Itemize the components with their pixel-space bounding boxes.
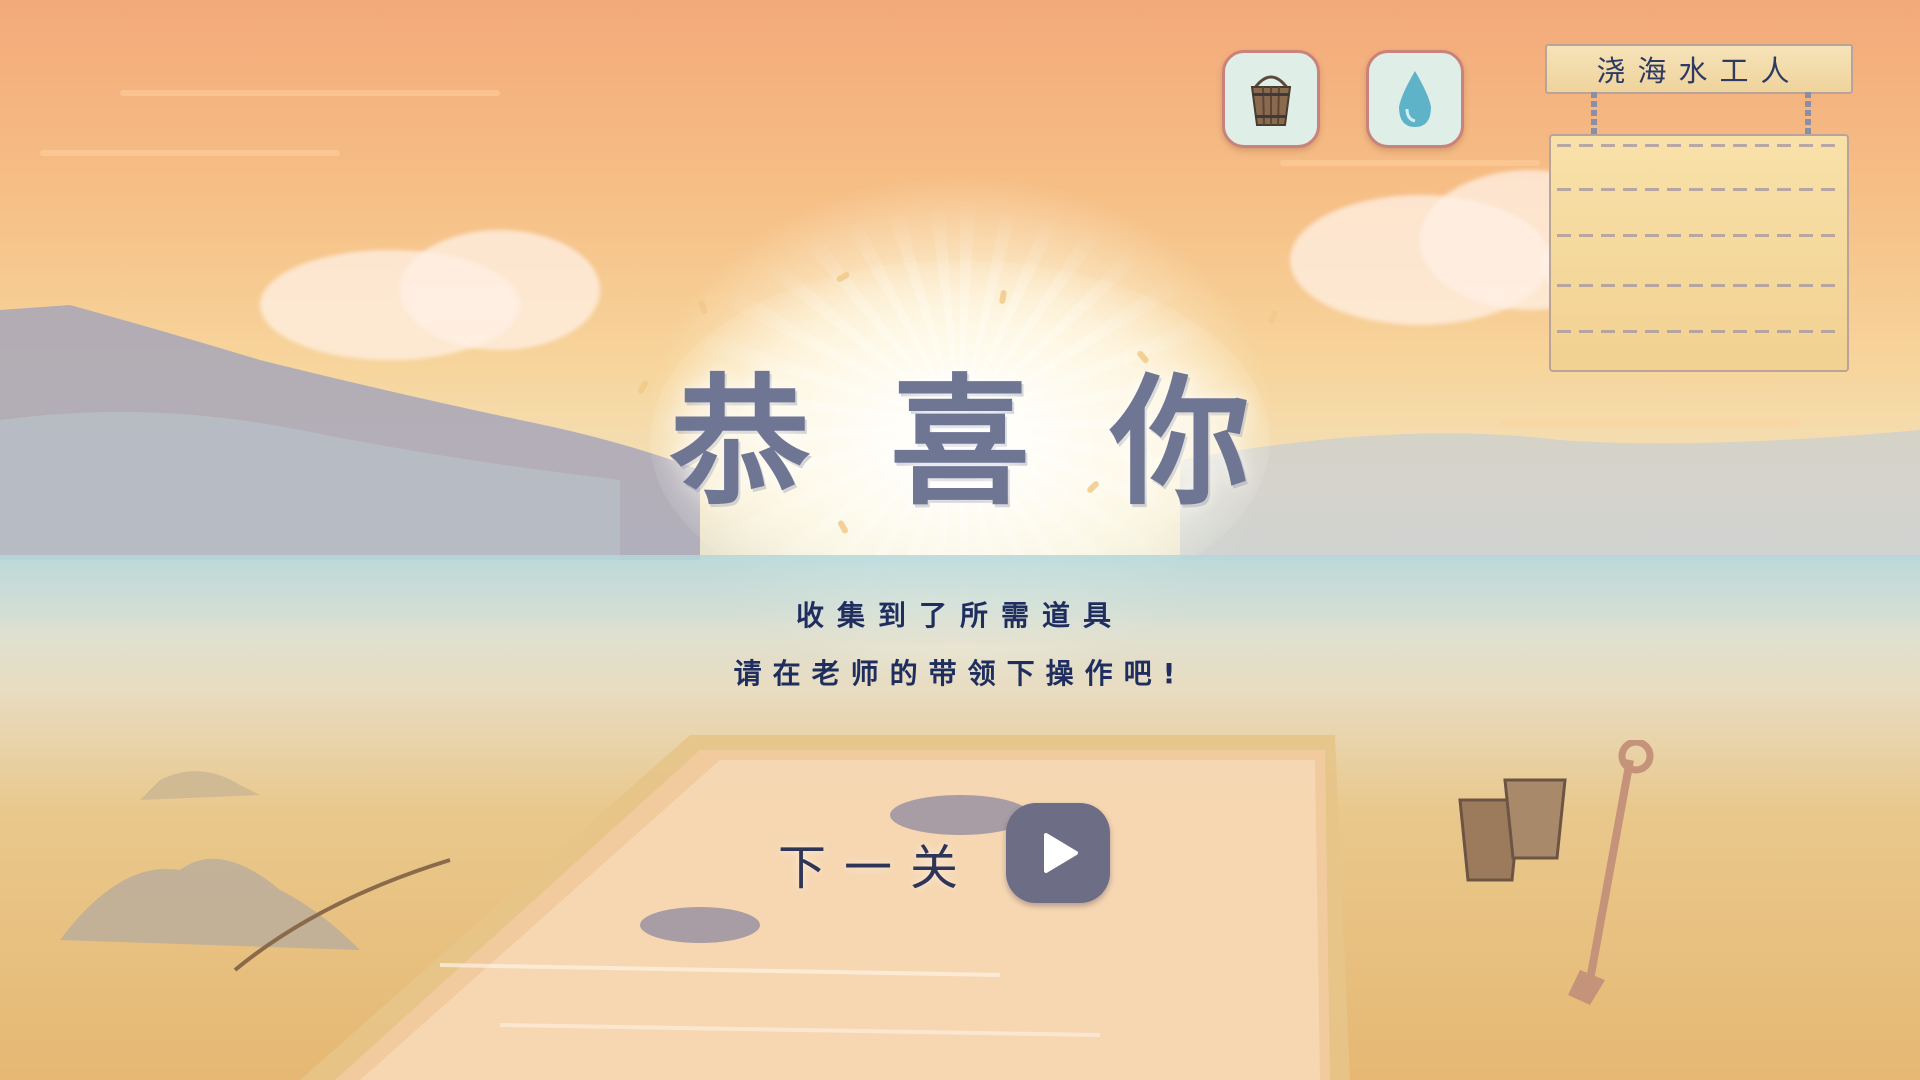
play-icon [1044, 833, 1078, 873]
water-drop-icon [1399, 71, 1431, 127]
bucket-icon [1250, 75, 1292, 126]
plank-line [1557, 234, 1841, 237]
congrats-title: 恭喜你 [669, 362, 1330, 525]
sign-title-board: 浇海水工人 [1545, 44, 1853, 94]
next-level-label[interactable]: 下一关 [778, 828, 976, 898]
sign-title: 浇海水工人 [1596, 54, 1802, 88]
sign-board [1549, 134, 1849, 372]
bucket-button[interactable] [1222, 50, 1320, 148]
message-line-1: 收集到了所需道具 [795, 599, 1124, 632]
role-sign: 浇海水工人 [1545, 44, 1855, 374]
plank-line [1557, 144, 1841, 147]
plank-line [1557, 284, 1841, 287]
next-level-button[interactable] [1006, 803, 1110, 903]
plank-line [1557, 188, 1841, 191]
water-button[interactable] [1366, 50, 1464, 148]
buckets-and-shovel [1458, 740, 1654, 1005]
plank-line [1557, 330, 1841, 333]
sand-piles [60, 771, 451, 972]
message-line-2: 请在老师的带领下操作吧! [733, 657, 1187, 690]
